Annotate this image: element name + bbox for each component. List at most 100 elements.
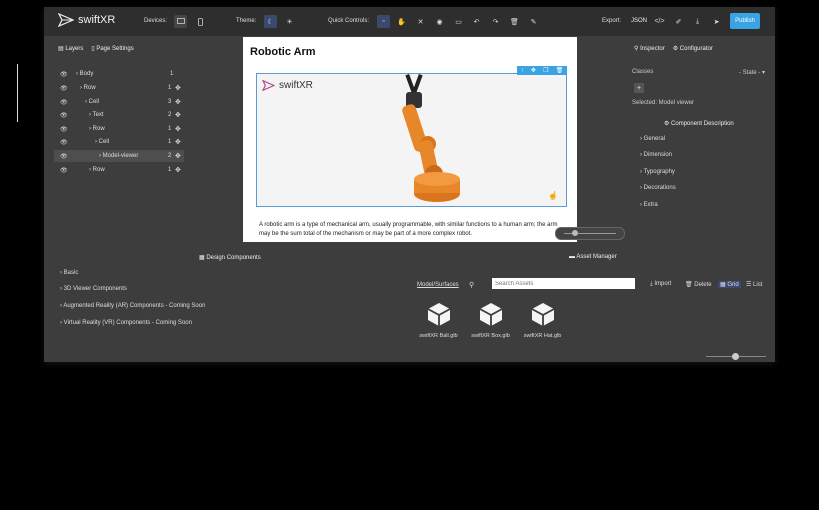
window-icon: ▭ <box>455 18 462 26</box>
move-icon[interactable]: ✥ <box>175 125 181 133</box>
preview-button[interactable]: ◉ <box>433 15 446 28</box>
layer-row[interactable]: 👁 › Cell 1 ✥ <box>54 136 184 148</box>
tab-configurator[interactable]: ⚙ Configurator <box>673 45 713 52</box>
move-icon[interactable]: ✥ <box>175 84 181 92</box>
dark-theme-button[interactable]: ☾ <box>264 15 277 28</box>
zoom-slider-knob[interactable] <box>732 353 739 360</box>
layer-row[interactable]: 👁 › Body 1 <box>54 68 184 80</box>
trash-icon: 🗑 <box>685 282 695 288</box>
delete-button[interactable]: 🗑 Delete <box>685 281 712 288</box>
eye-icon[interactable]: 👁 <box>60 153 68 160</box>
asset-card[interactable]: swiftXR Hat.glb <box>520 301 565 339</box>
edit-icon: ✐ <box>675 18 682 26</box>
asset-card[interactable]: swiftXR Ball.glb <box>416 301 461 339</box>
send-button[interactable]: ➤ <box>710 15 723 28</box>
layer-row[interactable]: 👁 › Text 2 ✥ <box>54 109 184 121</box>
section-general[interactable]: › General <box>640 136 665 142</box>
eye-icon[interactable]: 👁 <box>60 167 68 174</box>
canvas-zoom-slider[interactable] <box>555 227 625 240</box>
desktop-device-button[interactable] <box>174 15 187 28</box>
layer-row[interactable]: 👁 › Row 1 ✥ <box>54 164 184 176</box>
tab-layers[interactable]: ▤ Layers <box>58 45 83 52</box>
page-title[interactable]: Robotic Arm <box>250 46 316 58</box>
add-class-button[interactable]: + <box>634 83 644 93</box>
zoom-slider[interactable] <box>706 353 766 360</box>
section-extra[interactable]: › Extra <box>640 202 658 208</box>
component-group-ar[interactable]: › Augmented Reality (AR) Components - Co… <box>60 303 205 309</box>
grid-view-button[interactable]: ▦ Grid <box>718 281 741 288</box>
brush-button[interactable]: ✎ <box>527 15 540 28</box>
json-export-button[interactable]: JSON <box>631 18 647 24</box>
publish-button[interactable]: Publish <box>730 13 760 29</box>
component-group-basic[interactable]: › Basic <box>60 270 78 276</box>
asset-card[interactable]: swiftXR Box.glb <box>468 301 513 339</box>
asset-search-input[interactable] <box>492 278 635 289</box>
code-view-button[interactable]: ▭ <box>452 15 465 28</box>
classes-label: Classes <box>632 69 654 75</box>
settings-icon: ⚙ <box>664 121 672 127</box>
state-select[interactable]: - State - ▾ <box>739 69 765 76</box>
page-paragraph[interactable]: A robotic arm is a type of mechanical ar… <box>259 221 559 239</box>
section-dimension[interactable]: › Dimension <box>640 152 672 158</box>
fullscreen-button[interactable]: ✕ <box>414 15 427 28</box>
viewer-toolbar: ↑ ✥ ❐ 🗑 <box>517 66 567 75</box>
layer-label: Row <box>92 126 105 132</box>
eye-icon[interactable]: 👁 <box>60 139 68 146</box>
list-icon: ☰ <box>746 282 754 288</box>
move-icon[interactable]: ✥ <box>531 67 536 74</box>
delete-icon[interactable]: 🗑 <box>556 67 564 74</box>
page-canvas[interactable]: Robotic Arm ↑ ✥ ❐ 🗑 swiftXR ☝ A robotic … <box>243 37 577 242</box>
section-decorations[interactable]: › Decorations <box>640 185 676 191</box>
canvas-zoom-knob[interactable] <box>572 230 578 236</box>
download-icon: ⤓ <box>695 17 700 25</box>
model-viewer[interactable]: ↑ ✥ ❐ 🗑 swiftXR ☝ <box>256 66 567 207</box>
download-button[interactable]: ⤓ <box>691 15 704 28</box>
component-group-vr[interactable]: › Virtual Reality (VR) Components - Comi… <box>60 320 192 326</box>
move-icon[interactable]: ✥ <box>175 98 181 106</box>
layer-row[interactable]: 👁 › Cell 3 ✥ <box>54 96 184 108</box>
tab-page-settings[interactable]: ▯ Page Settings <box>91 45 133 52</box>
layer-name: › Cell <box>85 99 100 105</box>
light-theme-button[interactable]: ☀ <box>283 15 296 28</box>
search-icon[interactable]: ⚲ <box>469 281 474 289</box>
layer-row[interactable]: 👁 › Row 1 ✥ <box>54 123 184 135</box>
mobile-device-button[interactable] <box>194 15 207 28</box>
drag-control-button[interactable]: ✋ <box>395 15 408 28</box>
move-icon[interactable]: ✥ <box>175 138 181 146</box>
section-label: Extra <box>643 202 658 208</box>
component-group-3d-viewer[interactable]: › 3D Viewer Components <box>60 286 127 292</box>
layer-row-selected[interactable]: 👁 › Model-viewer 2 ✥ <box>54 150 184 162</box>
inspector-panel: ⚲ Inspector ⚙ Configurator Classes - Sta… <box>626 36 775 249</box>
asset-filter-link[interactable]: Model/Surfaces <box>417 282 459 288</box>
swiftxr-logo-icon <box>58 13 74 27</box>
selected-label: Selected: Model viewer <box>632 100 695 106</box>
eye-icon[interactable]: 👁 <box>60 126 68 133</box>
select-control-button[interactable]: ▫ <box>377 15 390 28</box>
redo-button[interactable]: ↷ <box>489 15 502 28</box>
section-label: Typography <box>643 169 675 175</box>
eye-icon[interactable]: 👁 <box>60 112 68 119</box>
layer-count: 1 <box>168 139 172 145</box>
edit-export-button[interactable]: ✐ <box>672 15 685 28</box>
component-description-heading: ⚙ Component Description <box>664 120 734 127</box>
eye-icon[interactable]: 👁 <box>60 85 68 92</box>
eye-icon[interactable]: 👁 <box>60 71 68 78</box>
section-typography[interactable]: › Typography <box>640 169 675 175</box>
undo-button[interactable]: ↶ <box>470 15 483 28</box>
eye-icon[interactable]: 👁 <box>60 99 68 106</box>
paper-plane-icon: ➤ <box>713 18 720 26</box>
move-icon[interactable]: ✥ <box>175 152 181 160</box>
import-button[interactable]: ⤓ Import <box>650 281 671 288</box>
layer-row[interactable]: 👁 › Row 1 ✥ <box>54 82 184 94</box>
copy-icon[interactable]: ❐ <box>543 67 548 74</box>
clear-button[interactable]: 🗑 <box>508 15 521 28</box>
tab-layers-label: Layers <box>65 46 84 52</box>
tab-configurator-label: Configurator <box>679 46 713 52</box>
move-icon[interactable]: ✥ <box>175 166 181 174</box>
arrow-up-icon[interactable]: ↑ <box>521 68 524 74</box>
list-view-button[interactable]: ☰ List <box>746 281 762 288</box>
code-export-button[interactable]: </> <box>653 15 666 28</box>
layer-count: 1 <box>168 167 172 173</box>
tab-inspector[interactable]: ⚲ Inspector <box>634 45 665 52</box>
move-icon[interactable]: ✥ <box>175 111 181 119</box>
